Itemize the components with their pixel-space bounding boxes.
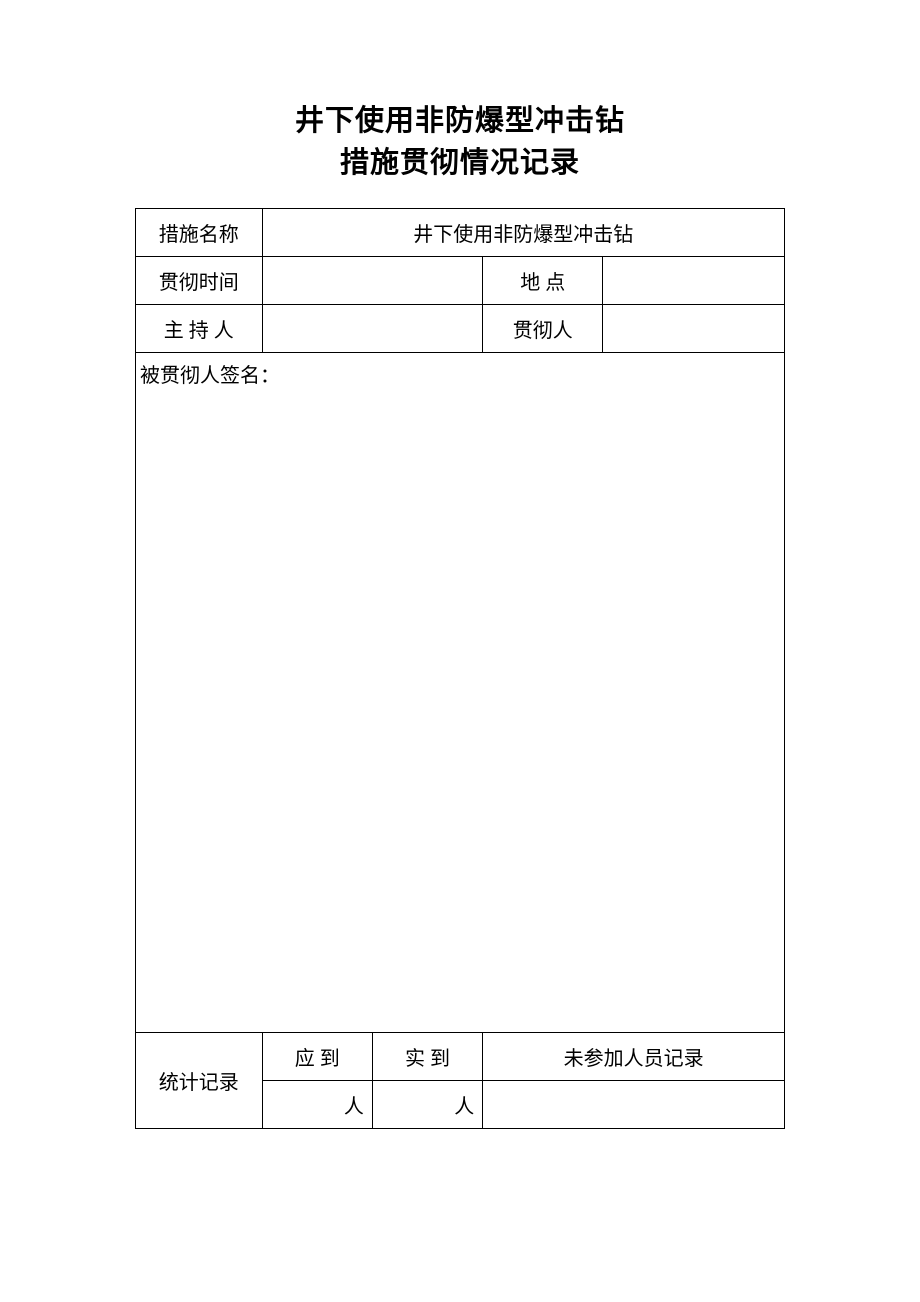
- row-stats-header: 统计记录 应 到 实 到 未参加人员记录: [136, 1033, 785, 1081]
- value-actual[interactable]: 人: [372, 1081, 482, 1129]
- row-measure-name: 措施名称 井下使用非防爆型冲击钻: [136, 209, 785, 257]
- label-implementer: 贯彻人: [483, 305, 603, 353]
- document-title: 井下使用非防爆型冲击钻 措施贯彻情况记录: [135, 100, 785, 184]
- value-expected[interactable]: 人: [262, 1081, 372, 1129]
- value-location[interactable]: [603, 257, 785, 305]
- row-time-location: 贯彻时间 地 点: [136, 257, 785, 305]
- value-measure-name: 井下使用非防爆型冲击钻: [262, 209, 784, 257]
- value-impl-time[interactable]: [262, 257, 483, 305]
- signature-area[interactable]: 被贯彻人签名：: [136, 353, 785, 1033]
- label-measure-name: 措施名称: [136, 209, 263, 257]
- label-actual: 实 到: [372, 1033, 482, 1081]
- value-implementer[interactable]: [603, 305, 785, 353]
- label-location: 地 点: [483, 257, 603, 305]
- value-host[interactable]: [262, 305, 483, 353]
- value-absent[interactable]: [483, 1081, 785, 1129]
- label-host: 主 持 人: [136, 305, 263, 353]
- label-impl-time: 贯彻时间: [136, 257, 263, 305]
- record-form-table: 措施名称 井下使用非防爆型冲击钻 贯彻时间 地 点 主 持 人 贯彻人 被贯彻人…: [135, 208, 785, 1129]
- row-host-implementer: 主 持 人 贯彻人: [136, 305, 785, 353]
- unit-person-1: 人: [344, 1096, 364, 1118]
- row-signatures: 被贯彻人签名：: [136, 353, 785, 1033]
- title-line-1: 井下使用非防爆型冲击钻: [135, 100, 785, 142]
- unit-person-2: 人: [454, 1096, 474, 1118]
- label-absent: 未参加人员记录: [483, 1033, 785, 1081]
- label-signatures: 被贯彻人签名：: [140, 365, 280, 387]
- label-stats: 统计记录: [136, 1033, 263, 1129]
- title-line-2: 措施贯彻情况记录: [135, 142, 785, 184]
- label-expected: 应 到: [262, 1033, 372, 1081]
